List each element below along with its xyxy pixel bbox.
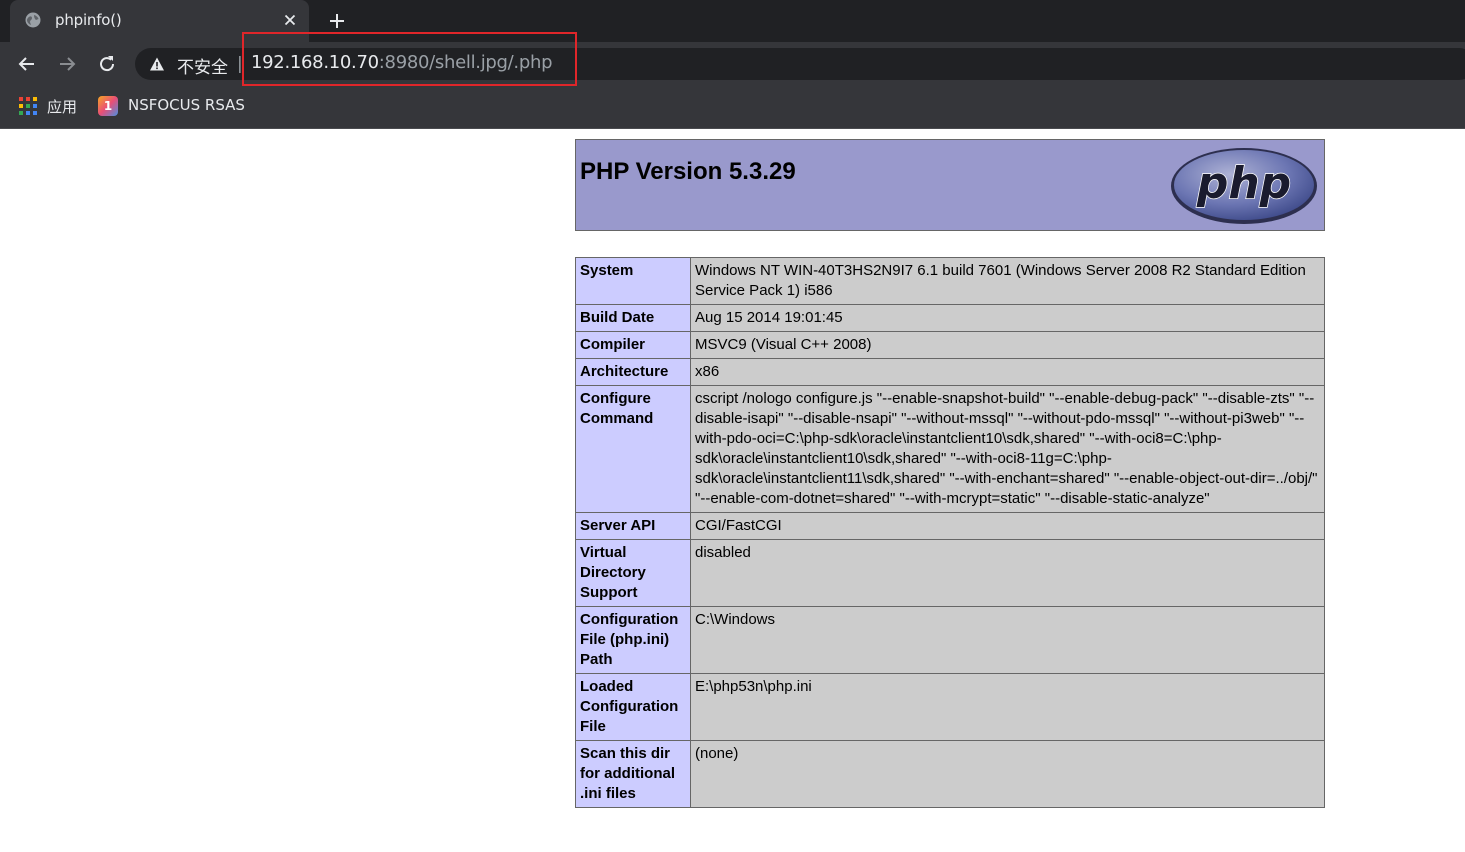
bookmark-nsfocus[interactable]: NSFOCUS RSAS bbox=[128, 96, 245, 114]
row-key: Configure Command bbox=[575, 385, 691, 513]
row-value: E:\php53n\php.ini bbox=[690, 673, 1325, 741]
row-key: Compiler bbox=[575, 331, 691, 359]
row-value: (none) bbox=[690, 740, 1325, 808]
table-row: Build Date Aug 15 2014 19:01:45 bbox=[575, 304, 1325, 332]
tab-strip: phpinfo() bbox=[0, 0, 1465, 42]
row-value: Windows NT WIN-40T3HS2N9I7 6.1 build 760… bbox=[690, 257, 1325, 305]
row-value: CGI/FastCGI bbox=[690, 512, 1325, 540]
globe-icon bbox=[25, 12, 41, 28]
warning-icon[interactable] bbox=[149, 56, 165, 72]
table-row: Configuration File (php.ini) Path C:\Wind… bbox=[575, 606, 1325, 674]
table-row: System Windows NT WIN-40T3HS2N9I7 6.1 bui… bbox=[575, 257, 1325, 305]
page-content: PHP Version 5.3.29 php System Windows NT … bbox=[0, 129, 1465, 852]
row-value: MSVC9 (Visual C++ 2008) bbox=[690, 331, 1325, 359]
nsfocus-icon[interactable]: 1 bbox=[98, 96, 118, 116]
svg-text:php: php bbox=[1196, 158, 1291, 209]
row-value: cscript /nologo configure.js "--enable-s… bbox=[690, 385, 1325, 513]
row-value: Aug 15 2014 19:01:45 bbox=[690, 304, 1325, 332]
browser-toolbar: 不安全 | 192.168.10.70:8980/shell.jpg/.php bbox=[0, 42, 1465, 86]
apps-grid-icon[interactable] bbox=[19, 97, 37, 115]
php-version-header: PHP Version 5.3.29 php bbox=[575, 139, 1325, 231]
row-key: Build Date bbox=[575, 304, 691, 332]
close-icon[interactable] bbox=[282, 12, 298, 28]
url-highlight-annotation bbox=[242, 32, 577, 86]
reload-icon[interactable] bbox=[97, 54, 117, 74]
table-row: Compiler MSVC9 (Visual C++ 2008) bbox=[575, 331, 1325, 359]
row-value: C:\Windows bbox=[690, 606, 1325, 674]
bookmark-apps[interactable]: 应用 bbox=[47, 96, 77, 117]
table-row: Server API CGI/FastCGI bbox=[575, 512, 1325, 540]
tab-title: phpinfo() bbox=[55, 11, 122, 29]
row-key: Virtual Directory Support bbox=[575, 539, 691, 607]
not-secure-label[interactable]: 不安全 bbox=[177, 53, 228, 78]
row-key: Configuration File (php.ini) Path bbox=[575, 606, 691, 674]
row-value: x86 bbox=[690, 358, 1325, 386]
php-logo[interactable]: php bbox=[1170, 146, 1320, 226]
row-key: System bbox=[575, 257, 691, 305]
table-row: Configure Command cscript /nologo configu… bbox=[575, 385, 1325, 513]
table-row: Scan this dir for additional .ini files(… bbox=[575, 740, 1325, 808]
phpinfo-table: System Windows NT WIN-40T3HS2N9I7 6.1 bui… bbox=[575, 257, 1325, 808]
new-tab-button[interactable] bbox=[327, 11, 347, 31]
row-value: disabled bbox=[690, 539, 1325, 607]
row-key: Architecture bbox=[575, 358, 691, 386]
forward-arrow-icon[interactable] bbox=[57, 54, 77, 74]
table-row: Architecture x86 bbox=[575, 358, 1325, 386]
table-row: Virtual Directory Support disabled bbox=[575, 539, 1325, 607]
table-row: Loaded Configuration File E:\php53n\php.i… bbox=[575, 673, 1325, 741]
row-key: Server API bbox=[575, 512, 691, 540]
row-key: Scan this dir for additional .ini files bbox=[575, 740, 691, 808]
php-version-title: PHP Version 5.3.29 bbox=[580, 158, 796, 185]
back-arrow-icon[interactable] bbox=[17, 54, 37, 74]
row-key: Loaded Configuration File bbox=[575, 673, 691, 741]
bookmarks-bar: 应用 1 NSFOCUS RSAS bbox=[0, 86, 1465, 129]
